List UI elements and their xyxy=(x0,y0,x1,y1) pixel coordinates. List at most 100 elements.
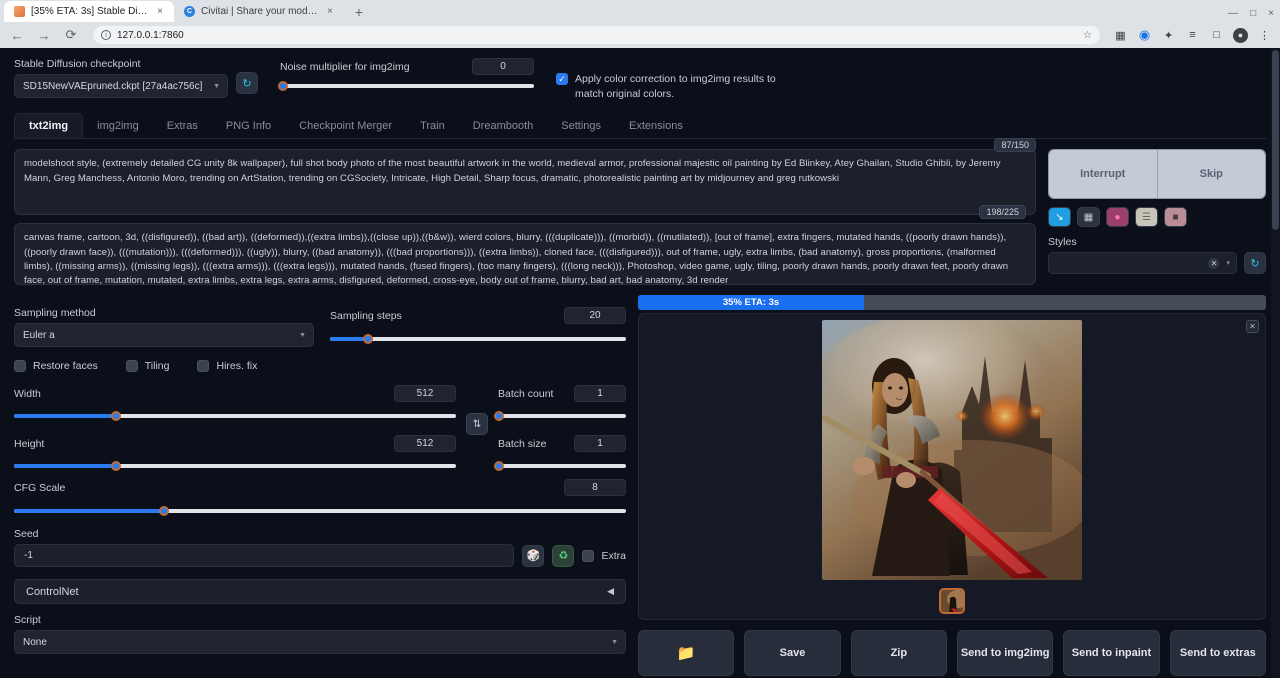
styles-dropdown[interactable]: ✕ ▾ xyxy=(1048,252,1237,274)
slider-thumb[interactable] xyxy=(278,81,288,91)
script-select[interactable]: None ▼ xyxy=(14,630,626,654)
chrome-menu-icon[interactable]: ⋮ xyxy=(1257,28,1272,43)
tab-dreambooth[interactable]: Dreambooth xyxy=(459,113,548,138)
generated-image[interactable] xyxy=(822,320,1082,580)
seed-field: Seed -1 🎲 ♻ Extra xyxy=(14,528,626,567)
calendar-icon[interactable]: ▦ xyxy=(1113,28,1128,43)
sync-icon[interactable]: ◉ xyxy=(1137,28,1152,43)
reuse-seed-button[interactable]: ♻ xyxy=(552,545,574,567)
color-correction-checkbox[interactable]: ✓ xyxy=(556,73,568,85)
refresh-styles-button[interactable]: ↻ xyxy=(1244,252,1266,274)
noise-multiplier-slider[interactable] xyxy=(280,79,534,93)
negative-prompt-textarea[interactable]: canvas frame, cartoon, 3d, ((disfigured)… xyxy=(14,223,1036,285)
slider-thumb[interactable] xyxy=(494,411,504,421)
swap-dimensions-button[interactable]: ⇅ xyxy=(466,413,488,435)
tab-extensions[interactable]: Extensions xyxy=(615,113,697,138)
sidebar-icon[interactable]: □ xyxy=(1209,28,1224,43)
restore-progress-icon[interactable]: ↘ xyxy=(1048,207,1071,227)
hires-fix-checkbox[interactable] xyxy=(197,360,209,372)
page-scrollbar[interactable] xyxy=(1271,48,1280,678)
browser-tab-stable-diffusion[interactable]: [35% ETA: 3s] Stable Diffusion × xyxy=(4,1,174,22)
tab-settings[interactable]: Settings xyxy=(547,113,615,138)
height-value[interactable]: 512 xyxy=(394,435,456,452)
generation-thumbnail[interactable] xyxy=(939,588,965,614)
batch-count-value[interactable]: 1 xyxy=(574,385,626,402)
close-tab-icon[interactable]: × xyxy=(324,6,336,18)
reading-list-icon[interactable]: ≡ xyxy=(1185,28,1200,43)
batch-size-slider[interactable] xyxy=(498,459,626,473)
skip-button[interactable]: Skip xyxy=(1157,150,1266,198)
tiling-option[interactable]: Tiling xyxy=(126,359,170,372)
cfg-scale-value[interactable]: 8 xyxy=(564,479,626,496)
apply-style-icon[interactable]: ● xyxy=(1106,207,1129,227)
cfg-scale-slider[interactable] xyxy=(14,504,626,518)
interrupt-button[interactable]: Interrupt xyxy=(1049,150,1157,198)
width-value[interactable]: 512 xyxy=(394,385,456,402)
tab-txt2img[interactable]: txt2img xyxy=(14,113,83,138)
refresh-checkpoints-button[interactable]: ↻ xyxy=(236,72,258,94)
save-button[interactable]: Save xyxy=(744,630,840,676)
batch-count-slider[interactable] xyxy=(498,409,626,423)
address-bar[interactable]: i 127.0.0.1:7860 ☆ xyxy=(93,26,1100,44)
checkpoint-select[interactable]: SD15NewVAEpruned.ckpt [27a4ac756c] ▼ xyxy=(14,74,228,98)
browser-tab-civitai[interactable]: C Civitai | Share your models × xyxy=(174,1,344,22)
controlnet-accordion[interactable]: ControlNet ◀ xyxy=(14,579,626,604)
batch-size-value[interactable]: 1 xyxy=(574,435,626,452)
back-icon[interactable]: ← xyxy=(8,26,26,44)
clear-styles-icon[interactable]: ✕ xyxy=(1208,258,1219,269)
tab-extras[interactable]: Extras xyxy=(153,113,212,138)
minimize-window-icon[interactable]: — xyxy=(1228,8,1238,19)
randomize-seed-button[interactable]: 🎲 xyxy=(522,545,544,567)
send-to-extras-button[interactable]: Send to extras xyxy=(1170,630,1266,676)
tab-img2img[interactable]: img2img xyxy=(83,113,153,138)
width-slider[interactable] xyxy=(14,409,456,423)
seed-input[interactable]: -1 xyxy=(14,544,514,567)
height-slider[interactable] xyxy=(14,459,456,473)
bookmark-star-icon[interactable]: ☆ xyxy=(1083,30,1092,41)
reload-icon[interactable]: ⟳ xyxy=(62,26,80,44)
send-to-inpaint-button[interactable]: Send to inpaint xyxy=(1063,630,1159,676)
save-style-icon[interactable]: ■ xyxy=(1164,207,1187,227)
close-tab-icon[interactable]: × xyxy=(154,6,166,18)
slider-thumb[interactable] xyxy=(159,506,169,516)
extra-seed-label: Extra xyxy=(601,550,626,562)
site-info-icon[interactable]: i xyxy=(101,30,111,40)
sampling-method-select[interactable]: Euler a ▼ xyxy=(14,323,314,347)
scrollbar-thumb[interactable] xyxy=(1272,50,1279,230)
sampling-steps-slider[interactable] xyxy=(330,332,626,346)
maximize-window-icon[interactable]: □ xyxy=(1250,8,1256,19)
zip-button[interactable]: Zip xyxy=(851,630,947,676)
paste-clipboard-icon[interactable]: ☰ xyxy=(1135,207,1158,227)
slider-thumb[interactable] xyxy=(111,411,121,421)
slider-thumb[interactable] xyxy=(494,461,504,471)
noise-multiplier-label: Noise multiplier for img2img xyxy=(280,61,410,73)
color-correction-option[interactable]: ✓ Apply color correction to img2img resu… xyxy=(556,72,786,102)
script-value: None xyxy=(23,637,47,648)
slider-thumb[interactable] xyxy=(111,461,121,471)
tab-train[interactable]: Train xyxy=(406,113,459,138)
extra-seed-checkbox[interactable] xyxy=(582,550,594,562)
hires-fix-option[interactable]: Hires. fix xyxy=(197,359,257,372)
tiling-checkbox[interactable] xyxy=(126,360,138,372)
send-to-img2img-button[interactable]: Send to img2img xyxy=(957,630,1053,676)
open-folder-button[interactable]: 📁 xyxy=(638,630,734,676)
profile-avatar-icon[interactable]: ● xyxy=(1233,28,1248,43)
new-tab-button[interactable]: + xyxy=(348,2,370,22)
close-gallery-icon[interactable]: ✕ xyxy=(1246,320,1259,333)
tab-checkpoint-merger[interactable]: Checkpoint Merger xyxy=(285,113,406,138)
positive-prompt-textarea[interactable]: modelshoot style, (extremely detailed CG… xyxy=(14,149,1036,215)
restore-faces-option[interactable]: Restore faces xyxy=(14,359,98,372)
sampling-method-label: Sampling method xyxy=(14,307,314,319)
extensions-icon[interactable]: ✦ xyxy=(1161,28,1176,43)
tab-png-info[interactable]: PNG Info xyxy=(212,113,285,138)
sampling-method-value: Euler a xyxy=(23,330,55,341)
restore-faces-checkbox[interactable] xyxy=(14,360,26,372)
clear-prompt-icon[interactable]: ▦ xyxy=(1077,207,1100,227)
close-window-icon[interactable]: × xyxy=(1268,8,1274,19)
extra-seed-option[interactable]: Extra xyxy=(582,549,626,562)
forward-icon[interactable]: → xyxy=(35,26,53,44)
interrupt-skip-buttons: Interrupt Skip xyxy=(1048,149,1266,199)
slider-thumb[interactable] xyxy=(363,334,373,344)
sampling-steps-value[interactable]: 20 xyxy=(564,307,626,324)
noise-multiplier-value[interactable]: 0 xyxy=(472,58,534,75)
